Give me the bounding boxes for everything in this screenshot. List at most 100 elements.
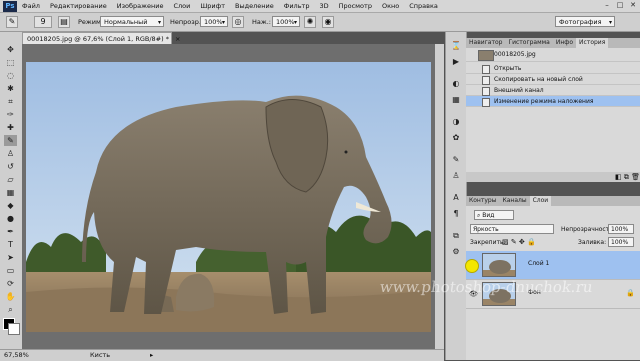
menu-file[interactable]: Файл: [17, 2, 45, 10]
mode-select[interactable]: Нормальный: [100, 16, 164, 28]
layer-row-active[interactable]: 👁 Слой 1: [466, 251, 640, 280]
document-tab[interactable]: 00018205.jpg @ 67,6% (Слой 1, RGB/8#) * …: [22, 32, 181, 44]
history-panel-footer: ◧ ⧉ 🗑: [466, 172, 640, 182]
window-controls: – □ ✕: [602, 1, 638, 10]
minimize-button[interactable]: –: [602, 1, 612, 10]
tab-histogram[interactable]: Гистограмма: [505, 38, 552, 48]
history-item[interactable]: Открыть: [466, 63, 640, 74]
vertical-scrollbar[interactable]: [435, 44, 444, 349]
airbrush-icon[interactable]: ✺: [304, 16, 316, 28]
history-item-label: Изменение режима наложения: [494, 98, 594, 105]
menu-select[interactable]: Выделение: [230, 2, 279, 10]
menu-filter[interactable]: Фильтр: [279, 2, 315, 10]
panel-brush-icon[interactable]: ✎: [450, 154, 462, 165]
quick-select-tool-icon[interactable]: ✱: [4, 83, 17, 94]
background-color-swatch[interactable]: [8, 323, 20, 335]
panel-tool-presets-icon[interactable]: ⚙: [450, 246, 462, 257]
menu-3d[interactable]: 3D: [314, 2, 333, 10]
path-select-tool-icon[interactable]: ➤: [4, 252, 17, 263]
menu-view[interactable]: Просмотр: [334, 2, 377, 10]
history-item[interactable]: Скопировать на новый слой: [466, 74, 640, 85]
panel-paragraph-icon[interactable]: ¶: [450, 208, 462, 219]
opacity-pressure-icon[interactable]: ◎: [232, 16, 244, 28]
options-bar: ✎ 9 ▤ Режим: Нормальный Непрозр.: 100% ◎…: [0, 13, 640, 32]
3d-tool-icon[interactable]: ⟳: [4, 278, 17, 289]
size-pressure-icon[interactable]: ◉: [322, 16, 334, 28]
panel-history-icon[interactable]: ⌛: [450, 40, 462, 51]
blend-mode-select[interactable]: Яркость: [470, 224, 554, 234]
canvas-area[interactable]: [22, 44, 444, 349]
hand-tool-icon[interactable]: ✋: [4, 291, 17, 302]
lasso-tool-icon[interactable]: ◌: [4, 70, 17, 81]
workspace-select[interactable]: Фотография: [555, 16, 615, 28]
menu-layers[interactable]: Слои: [168, 2, 195, 10]
maximize-button[interactable]: □: [615, 1, 625, 10]
tab-paths[interactable]: Контуры: [466, 196, 499, 206]
document-tab-close-icon[interactable]: ×: [175, 35, 180, 43]
document-tab-title: 00018205.jpg @ 67,6% (Слой 1, RGB/8#) *: [27, 35, 169, 43]
delete-icon[interactable]: 🗑: [631, 173, 640, 181]
panel-actions-icon[interactable]: ▶: [450, 56, 462, 67]
menu-edit[interactable]: Редактирование: [45, 2, 112, 10]
type-tool-icon[interactable]: T: [4, 239, 17, 250]
menu-help[interactable]: Справка: [404, 2, 443, 10]
menu-type[interactable]: Шрифт: [195, 2, 230, 10]
blur-tool-icon[interactable]: ◆: [4, 200, 17, 211]
snapshot-label: 00018205.jpg: [494, 51, 536, 58]
eyedropper-tool-icon[interactable]: ✑: [4, 109, 17, 120]
fill-field[interactable]: 100%: [608, 237, 634, 247]
gradient-tool-icon[interactable]: ▦: [4, 187, 17, 198]
lock-label: Закрепить:: [470, 239, 506, 246]
snapshot-thumbnail: [478, 50, 494, 61]
move-tool-icon[interactable]: ✥: [4, 44, 17, 55]
layer-opacity-field[interactable]: 100%: [608, 224, 634, 234]
tab-layers[interactable]: Слои: [529, 196, 552, 206]
close-button[interactable]: ✕: [628, 1, 638, 10]
panel-character-icon[interactable]: A: [450, 192, 462, 203]
lock-icons[interactable]: ▨ ✎ ✥ 🔒: [502, 238, 536, 246]
menu-window[interactable]: Окно: [377, 2, 404, 10]
status-arrow-icon[interactable]: ▸: [150, 350, 153, 361]
new-snapshot-icon[interactable]: ⧉: [624, 173, 629, 181]
panel-clone-icon[interactable]: ♙: [450, 170, 462, 181]
crop-tool-icon[interactable]: ⌗: [4, 96, 17, 107]
panel-styles-icon[interactable]: ✿: [450, 132, 462, 143]
opacity-field[interactable]: 100%: [200, 16, 228, 28]
dodge-tool-icon[interactable]: ●: [4, 213, 17, 224]
tab-navigator[interactable]: Навигатор: [466, 38, 505, 48]
history-panel-tabs: Навигатор Гистограмма Инфо История: [466, 38, 640, 48]
pressure-field[interactable]: 100%: [272, 16, 300, 28]
zoom-level[interactable]: 67,58%: [4, 350, 29, 361]
brush-size-picker[interactable]: 9: [34, 16, 52, 28]
history-snapshot[interactable]: 00018205.jpg: [466, 48, 640, 62]
tab-history[interactable]: История: [576, 38, 609, 48]
history-brush-tool-icon[interactable]: ↺: [4, 161, 17, 172]
marquee-tool-icon[interactable]: ⬚: [4, 57, 17, 68]
tab-info[interactable]: Инфо: [553, 38, 576, 48]
history-item-active[interactable]: Изменение режима наложения: [466, 96, 640, 107]
history-item[interactable]: Внешний канал: [466, 85, 640, 96]
mouse-cursor-highlight: [465, 259, 479, 273]
eraser-tool-icon[interactable]: ▱: [4, 174, 17, 185]
brush-size-value: 9: [40, 17, 46, 26]
brush-tool-preset-icon[interactable]: ✎: [6, 16, 18, 28]
history-item-icon: [482, 76, 490, 85]
zoom-tool-icon[interactable]: ⌕: [4, 304, 17, 315]
layer-filter-select[interactable]: ⌕ Вид: [474, 210, 514, 220]
menu-image[interactable]: Изображение: [112, 2, 169, 10]
healing-tool-icon[interactable]: ✚: [4, 122, 17, 133]
brush-tool-icon[interactable]: ✎: [4, 135, 17, 146]
pen-tool-icon[interactable]: ✒: [4, 226, 17, 237]
brush-panel-icon[interactable]: ▤: [58, 16, 70, 28]
panel-adjustments-icon[interactable]: ◑: [450, 116, 462, 127]
panel-swatches-icon[interactable]: ▦: [450, 94, 462, 105]
panel-color-icon[interactable]: ◐: [450, 78, 462, 89]
history-item-label: Скопировать на новый слой: [494, 76, 583, 83]
history-item-label: Открыть: [494, 65, 522, 72]
tab-channels[interactable]: Каналы: [499, 196, 529, 206]
document-canvas-image[interactable]: [26, 62, 431, 332]
new-document-icon[interactable]: ◧: [615, 173, 622, 181]
shape-tool-icon[interactable]: ▭: [4, 265, 17, 276]
stamp-tool-icon[interactable]: ♙: [4, 148, 17, 159]
panel-layer-comps-icon[interactable]: ⧉: [450, 230, 462, 241]
